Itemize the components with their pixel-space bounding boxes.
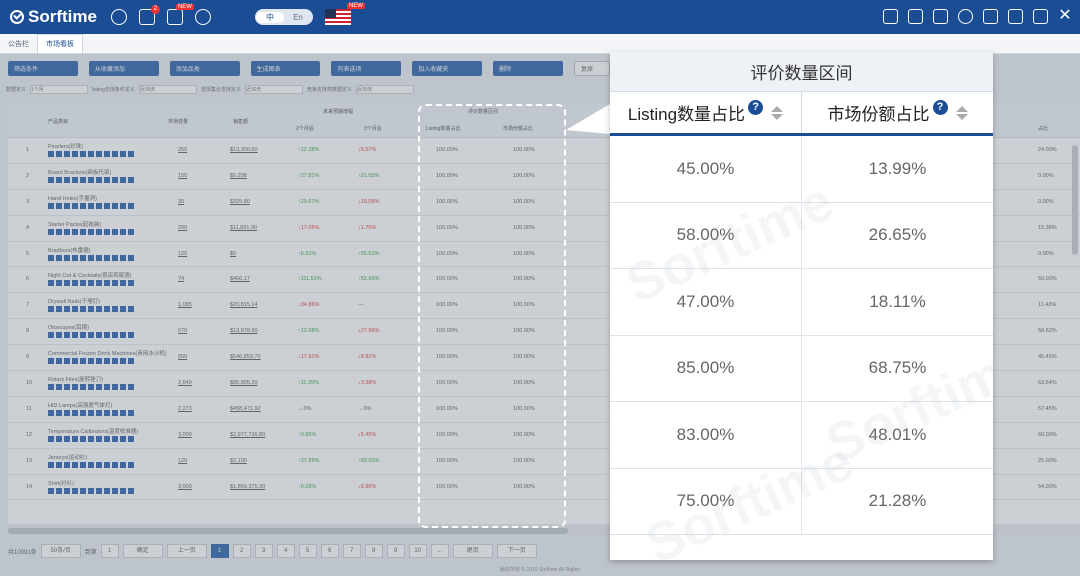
brand-name: Sorftime <box>28 7 97 26</box>
restore-icon[interactable] <box>1033 9 1048 24</box>
language-toggle[interactable]: 中 En <box>254 9 313 25</box>
panel-row: 83.00% 48.01% <box>610 402 993 469</box>
lang-cn[interactable]: 中 <box>255 11 284 23</box>
us-flag-icon[interactable]: NEW <box>324 3 365 25</box>
market-share-value: 48.01% <box>868 424 927 444</box>
close-icon[interactable]: ✕ <box>1058 8 1072 24</box>
pulse-icon[interactable] <box>958 9 973 24</box>
help-icon[interactable]: ? <box>748 100 764 115</box>
market-share-value: 13.99% <box>868 158 927 178</box>
market-share-value: 26.65% <box>868 225 927 245</box>
message-icon[interactable]: 2 <box>138 5 160 25</box>
lang-en[interactable]: En <box>284 13 312 22</box>
amazon-icon[interactable] <box>883 9 898 24</box>
panel-row: 45.00% 13.99% <box>610 136 993 203</box>
logo-icon <box>10 10 24 24</box>
listing-share-value: 58.00% <box>610 202 802 268</box>
listing-share-header[interactable]: Listing数量占比 ? <box>610 92 802 133</box>
panel-body: 45.00% 13.99% 58.00% 26.65% 47.00% 18.11% 85.0… <box>610 136 993 535</box>
panel-title: 评价数量区间 <box>610 52 993 92</box>
tab-bar: 公告栏 市场看板 <box>0 34 1080 54</box>
zoom-panel: Sorftime Sorftime Sorftime 评价数量区间 Listin… <box>610 52 993 560</box>
market-share-value: 21.28% <box>868 491 927 511</box>
new-badge: NEW <box>175 4 194 10</box>
callout-pointer <box>566 104 610 134</box>
video-icon[interactable]: NEW <box>166 4 194 25</box>
tab-market-board[interactable]: 市场看板 <box>37 34 83 53</box>
title-bar: Sorftime 2 NEW 中 En NEW ✕ <box>0 0 1080 34</box>
help-icon[interactable]: ? <box>932 100 948 115</box>
listing-share-value: 75.00% <box>610 468 802 534</box>
grid-icon[interactable] <box>983 9 998 24</box>
highlight-frame <box>418 104 566 528</box>
listing-share-value: 85.00% <box>610 335 802 401</box>
report-icon[interactable] <box>1008 9 1023 24</box>
brand-logo: Sorftime <box>10 7 97 27</box>
p-icon[interactable] <box>933 9 948 24</box>
sort-icon[interactable] <box>955 105 968 120</box>
market-share-value: 18.11% <box>869 291 926 311</box>
tab-bulletin[interactable]: 公告栏 <box>0 35 37 53</box>
listing-share-value: 47.00% <box>610 269 802 335</box>
market-share-value: 68.75% <box>868 358 927 378</box>
user-icon[interactable] <box>110 9 127 25</box>
listing-share-value: 83.00% <box>610 402 802 468</box>
listing-share-label: Listing数量占比 <box>627 105 746 124</box>
sort-icon[interactable] <box>771 105 784 120</box>
star-icon[interactable] <box>194 9 211 25</box>
app-window: Sorftime 2 NEW 中 En NEW ✕ 公告栏 市场看板 筛选条件 … <box>0 0 1080 576</box>
panel-row: 58.00% 26.65% <box>610 202 993 269</box>
panel-row: 85.00% 68.75% <box>610 335 993 402</box>
panel-row: 47.00% 18.11% <box>610 269 993 336</box>
panel-header: Listing数量占比 ? 市场份额占比 ? <box>610 92 993 136</box>
listing-share-value: 45.00% <box>610 136 802 202</box>
chart-icon[interactable] <box>908 9 923 24</box>
market-share-label: 市场份额占比 <box>827 105 930 124</box>
message-count: 2 <box>150 5 160 14</box>
market-share-header[interactable]: 市场份额占比 ? <box>802 92 993 133</box>
new-badge: NEW <box>346 3 365 9</box>
panel-row: 75.00% 21.28% <box>610 468 993 535</box>
